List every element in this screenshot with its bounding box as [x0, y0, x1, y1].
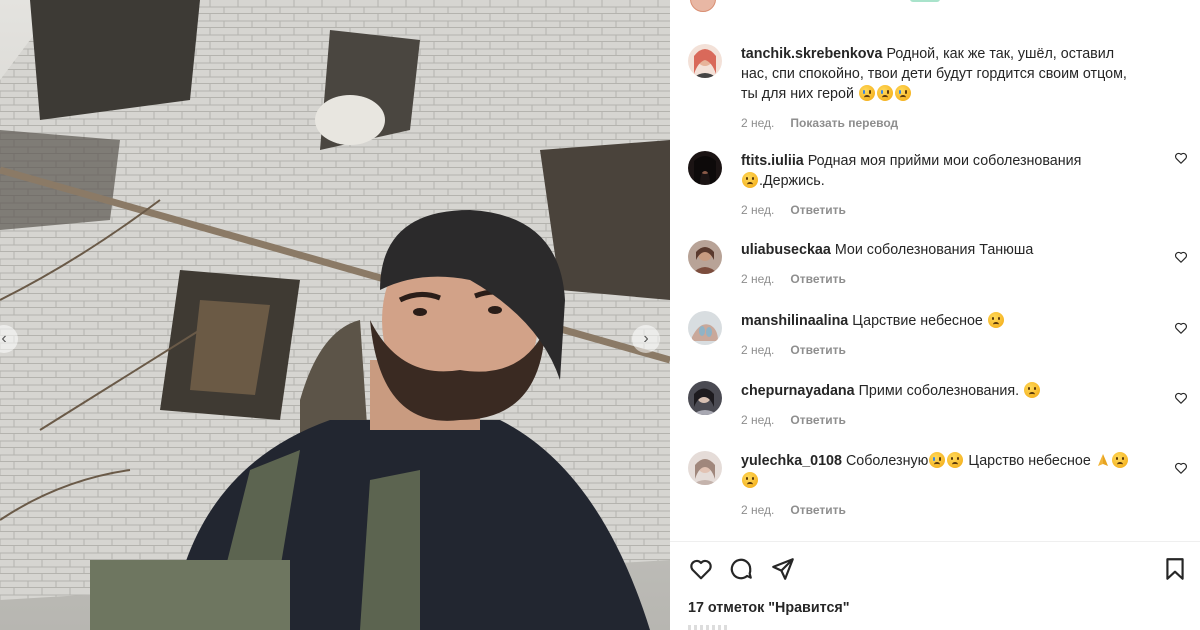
comment-text: Царствие небесное: [852, 313, 983, 329]
comment-time: 2 нед.: [741, 203, 775, 217]
like-comment-heart-icon[interactable]: [1174, 461, 1188, 475]
like-comment-heart-icon[interactable]: [1174, 321, 1188, 335]
disappointed-face-icon: [1024, 382, 1041, 398]
like-comment-heart-icon[interactable]: [1174, 391, 1188, 405]
post-photo: ‹ ›: [0, 0, 670, 630]
comment-text: Родная моя прийми мои соболезнования: [807, 153, 1082, 169]
heart-icon[interactable]: [688, 556, 714, 582]
crying-face-icon: [894, 85, 911, 101]
avatar[interactable]: [688, 44, 722, 78]
post-action-bar: [688, 556, 1188, 582]
comment-time: 2 нед.: [741, 116, 775, 130]
reply-button[interactable]: Ответить: [790, 269, 845, 289]
comment-time: 2 нед.: [741, 272, 775, 286]
avatar[interactable]: [688, 240, 722, 274]
reply-button[interactable]: Ответить: [790, 500, 845, 520]
crying-face-icon: [876, 85, 893, 101]
comment-text-continued: .Держись.: [759, 173, 825, 189]
crying-face-icon: [929, 452, 946, 468]
disappointed-face-icon: [742, 472, 758, 488]
photo-illustration: [0, 0, 670, 630]
comment-username[interactable]: chepurnayadana: [741, 383, 855, 399]
show-translation-link[interactable]: Показать перевод: [790, 113, 898, 133]
comment-username[interactable]: uliabuseckaa: [741, 242, 831, 258]
disappointed-face-icon: [987, 312, 1004, 328]
bookmark-icon[interactable]: [1162, 556, 1188, 582]
post-date-cropped: [688, 625, 728, 630]
comment-text: Мои соболезнования Танюша: [834, 242, 1034, 258]
comment-text: Прими соболезнования.: [858, 383, 1020, 399]
disappointed-face-icon: [742, 172, 758, 188]
avatar[interactable]: [688, 451, 722, 485]
chevron-right-icon[interactable]: ›: [632, 325, 660, 353]
section-divider: [670, 541, 1200, 542]
comment-time: 2 нед.: [741, 343, 775, 357]
avatar[interactable]: [688, 311, 722, 345]
comment-text-continued: Царство небесное: [968, 453, 1091, 469]
reply-button[interactable]: Ответить: [790, 340, 845, 360]
comment-username[interactable]: ftits.iuliia: [741, 153, 804, 169]
comment-time: 2 нед.: [741, 503, 775, 517]
follow-button[interactable]: [910, 0, 940, 2]
disappointed-face-icon: [947, 452, 964, 468]
avatar[interactable]: [688, 151, 722, 185]
likes-count[interactable]: 17 отметок "Нравится": [688, 600, 850, 616]
crying-face-icon: [858, 85, 875, 101]
comment-username[interactable]: yulechka_0108: [741, 453, 842, 469]
comments-panel: tanchik.skrebenkova Родной, как же так, у…: [670, 0, 1200, 630]
comment-text: Соболезную: [845, 453, 929, 469]
comment-bubble-icon[interactable]: [728, 556, 754, 582]
paper-plane-icon[interactable]: [770, 556, 796, 582]
comment-username[interactable]: tanchik.skrebenkova: [741, 46, 882, 62]
like-comment-heart-icon[interactable]: [1174, 250, 1188, 264]
disappointed-face-icon: [1111, 452, 1128, 468]
comment-time: 2 нед.: [741, 413, 775, 427]
author-avatar[interactable]: [690, 0, 716, 12]
post-header-cropped: [670, 0, 1200, 12]
reply-button[interactable]: Ответить: [790, 200, 845, 220]
folded-hands-icon: [1097, 454, 1108, 466]
reply-button[interactable]: Ответить: [790, 410, 845, 430]
like-comment-heart-icon[interactable]: [1174, 151, 1188, 165]
comment-username[interactable]: manshilinaalina: [741, 313, 848, 329]
avatar[interactable]: [688, 381, 722, 415]
